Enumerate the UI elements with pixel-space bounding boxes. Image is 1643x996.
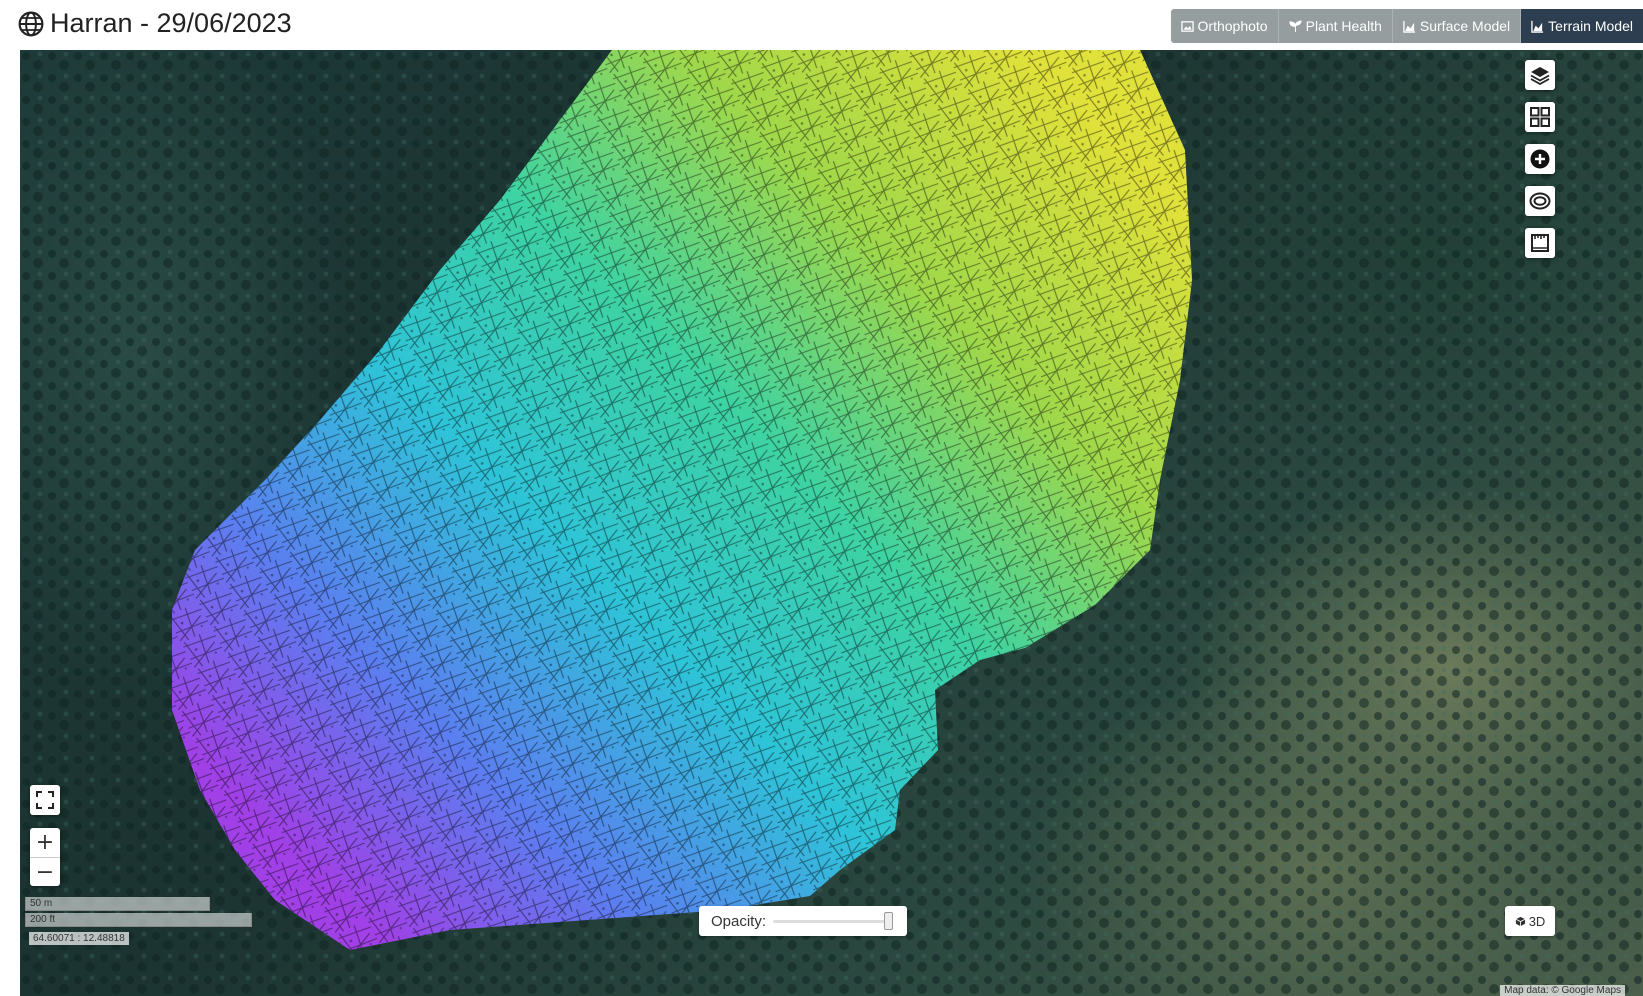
tab-plant-health[interactable]: Plant Health xyxy=(1277,9,1392,43)
tab-orthophoto-label: Orthophoto xyxy=(1197,18,1268,34)
cube-icon xyxy=(1515,916,1525,926)
opacity-control: Opacity: xyxy=(699,906,907,936)
measure-button[interactable] xyxy=(1525,228,1555,258)
zoom-in-button[interactable]: + xyxy=(30,828,60,857)
zoom-control: + − xyxy=(30,828,60,886)
area-chart-icon xyxy=(1531,20,1544,33)
eye-ring-icon xyxy=(1529,192,1551,210)
add-annotation-button[interactable] xyxy=(1525,144,1555,174)
grid-icon xyxy=(1530,107,1550,127)
tab-surface-model-label: Surface Model xyxy=(1419,18,1511,34)
scale-metric: 50 m xyxy=(25,897,210,911)
measure-icon xyxy=(1531,234,1549,252)
map-attribution: Map data: © Google Maps xyxy=(1500,985,1625,996)
tab-terrain-model-label: Terrain Model xyxy=(1548,18,1633,34)
scale-imperial: 200 ft xyxy=(25,913,252,927)
opacity-slider[interactable] xyxy=(773,912,893,930)
coordinates-readout: 64.60071 : 12.48818 xyxy=(29,932,129,945)
opacity-label: Opacity: xyxy=(711,912,767,930)
layers-icon xyxy=(1530,67,1550,86)
fullscreen-icon xyxy=(36,791,54,809)
image-icon xyxy=(1180,20,1194,32)
title-text: Harran - 29/06/2023 xyxy=(50,8,292,38)
plus-circle-icon xyxy=(1530,149,1550,169)
header: Harran - 29/06/2023 Orthophoto Plant Hea… xyxy=(0,0,1643,50)
seedling-icon xyxy=(1289,19,1302,32)
tab-surface-model[interactable]: Surface Model xyxy=(1391,9,1520,43)
opacity-slider-thumb[interactable] xyxy=(884,912,893,930)
view-tabs: Orthophoto Plant Health Surface Model Te… xyxy=(1170,9,1643,43)
area-chart-icon xyxy=(1403,20,1415,33)
tab-plant-health-label: Plant Health xyxy=(1305,18,1382,34)
globe-icon xyxy=(18,11,44,36)
view-3d-label: 3D xyxy=(1528,913,1546,929)
layers-button[interactable] xyxy=(1525,60,1555,90)
contours-button[interactable] xyxy=(1525,186,1555,216)
zoom-out-button[interactable]: − xyxy=(30,857,60,887)
page-title: Harran - 29/06/2023 xyxy=(18,8,292,39)
tab-orthophoto[interactable]: Orthophoto xyxy=(1171,9,1278,43)
map-view[interactable]: + − 50 m 200 ft 64.60071 : 12.48818 Opac… xyxy=(20,50,1643,996)
satellite-imagery xyxy=(20,50,1643,996)
grid-button[interactable] xyxy=(1525,102,1555,132)
tab-terrain-model[interactable]: Terrain Model xyxy=(1520,9,1643,43)
fullscreen-button[interactable] xyxy=(30,785,60,815)
view-3d-button[interactable]: 3D xyxy=(1505,906,1555,936)
